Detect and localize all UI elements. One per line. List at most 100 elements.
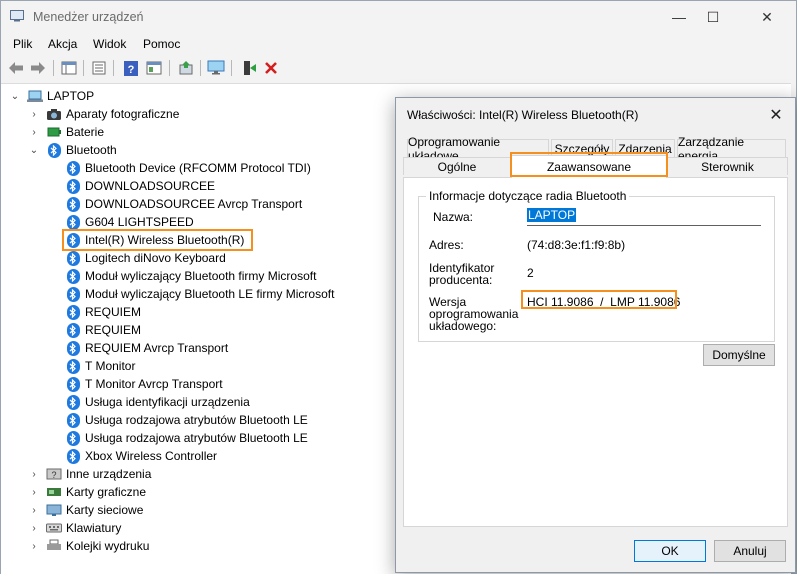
tree-device-item[interactable]: Bluetooth Device (RFCOMM Protocol TDI) bbox=[47, 159, 311, 177]
tree-item-label: Inne urządzenia bbox=[66, 467, 152, 481]
tree-item-label: Logitech diNovo Keyboard bbox=[85, 251, 226, 265]
ok-button[interactable]: OK bbox=[634, 540, 706, 562]
enable-device-icon[interactable] bbox=[239, 58, 259, 78]
expand-chevron-icon[interactable]: › bbox=[28, 522, 40, 534]
properties-icon[interactable] bbox=[144, 58, 164, 78]
expand-chevron-icon[interactable]: › bbox=[28, 504, 40, 516]
collapse-chevron-icon[interactable]: ⌄ bbox=[28, 144, 40, 156]
address-label: Adres: bbox=[429, 238, 464, 252]
update-driver-icon[interactable] bbox=[176, 58, 196, 78]
forward-arrow-icon[interactable] bbox=[28, 58, 48, 78]
tree-root-laptop[interactable]: ⌄ LAPTOP bbox=[9, 87, 94, 105]
tree-category[interactable]: ›? Inne urządzenia bbox=[28, 465, 151, 483]
tree-device-item[interactable]: REQUIEM bbox=[47, 303, 141, 321]
tree-category[interactable]: › Karty sieciowe bbox=[28, 501, 143, 519]
name-input[interactable]: LAPTOP bbox=[527, 208, 761, 226]
defaults-button[interactable]: Domyślne bbox=[703, 344, 775, 366]
camera-icon bbox=[46, 106, 62, 122]
keyboard-icon bbox=[46, 520, 62, 536]
tree-device-item[interactable]: Usługa rodzajowa atrybutów Bluetooth LE bbox=[47, 429, 308, 447]
list-view-icon[interactable] bbox=[89, 58, 109, 78]
monitor-icon[interactable] bbox=[206, 58, 226, 78]
tree-category[interactable]: › Aparaty fotograficzne bbox=[28, 105, 179, 123]
tree-device-item[interactable]: DOWNLOADSOURCEE Avrcp Transport bbox=[47, 195, 302, 213]
expand-chevron-icon[interactable]: › bbox=[28, 468, 40, 480]
tree-device-item[interactable]: T Monitor bbox=[47, 357, 135, 375]
group-label: Informacje dotyczące radia Bluetooth bbox=[426, 189, 630, 203]
menu-pomoc[interactable]: Pomoc bbox=[143, 37, 180, 51]
bluetooth-icon bbox=[65, 286, 81, 302]
tree-device-item[interactable]: REQUIEM bbox=[47, 321, 141, 339]
tree-category-bluetooth[interactable]: ⌄ Bluetooth bbox=[28, 141, 117, 159]
back-arrow-icon[interactable] bbox=[6, 58, 26, 78]
tree-device-item[interactable]: DOWNLOADSOURCEE bbox=[47, 177, 215, 195]
expand-chevron-icon[interactable]: › bbox=[28, 540, 40, 552]
tab-driver[interactable]: Sterownik bbox=[667, 157, 788, 175]
bluetooth-icon bbox=[65, 250, 81, 266]
tree-device-item[interactable]: REQUIEM Avrcp Transport bbox=[47, 339, 228, 357]
tree-category[interactable]: › Kolejki wydruku bbox=[28, 537, 149, 555]
tree-item-label: Kolejki wydruku bbox=[66, 539, 150, 553]
device-highlight-box bbox=[62, 229, 253, 251]
tree-item-label: LAPTOP bbox=[47, 89, 95, 103]
bluetooth-icon bbox=[65, 340, 81, 356]
expand-chevron-icon[interactable]: › bbox=[28, 486, 40, 498]
battery-icon bbox=[46, 124, 62, 140]
manufacturer-label-line2: producenta: bbox=[429, 273, 493, 287]
bluetooth-icon bbox=[65, 304, 81, 320]
tree-item-label: Karty sieciowe bbox=[66, 503, 144, 517]
bluetooth-icon bbox=[46, 142, 62, 158]
expand-chevron-icon[interactable]: › bbox=[28, 126, 40, 138]
tree-device-item[interactable]: Xbox Wireless Controller bbox=[47, 447, 217, 465]
collapse-chevron-icon[interactable]: ⌄ bbox=[9, 90, 21, 102]
tree-item-label: Klawiatury bbox=[66, 521, 122, 535]
maximize-button[interactable]: ☐ bbox=[690, 1, 736, 33]
display-adapter-icon bbox=[46, 484, 62, 500]
tree-device-item[interactable]: Moduł wyliczający Bluetooth LE firmy Mic… bbox=[47, 285, 334, 303]
tree-category[interactable]: › Klawiatury bbox=[28, 519, 121, 537]
tab-general[interactable]: Ogólne bbox=[403, 157, 511, 175]
uninstall-x-icon[interactable] bbox=[261, 58, 281, 78]
tree-device-item[interactable]: Logitech diNovo Keyboard bbox=[47, 249, 226, 267]
tree-item-label: Aparaty fotograficzne bbox=[66, 107, 180, 121]
tree-device-item[interactable]: Moduł wyliczający Bluetooth firmy Micros… bbox=[47, 267, 316, 285]
menu-bar: Plik Akcja Widok Pomoc bbox=[1, 34, 796, 54]
tree-item-label: Usługa identyfikacji urządzenia bbox=[85, 395, 250, 409]
tree-device-item[interactable]: Usługa rodzajowa atrybutów Bluetooth LE bbox=[47, 411, 308, 429]
tree-item-label: Moduł wyliczający Bluetooth firmy Micros… bbox=[85, 269, 317, 283]
cancel-button[interactable]: Anuluj bbox=[714, 540, 786, 562]
menu-widok[interactable]: Widok bbox=[93, 37, 126, 51]
other-devices-icon: ? bbox=[46, 466, 62, 482]
tree-item-label: T Monitor Avrcp Transport bbox=[85, 377, 223, 391]
firmware-highlight-box bbox=[521, 290, 677, 309]
properties-grid-icon[interactable] bbox=[59, 58, 79, 78]
tree-device-item[interactable]: Usługa identyfikacji urządzenia bbox=[47, 393, 250, 411]
tree-item-label: Baterie bbox=[66, 125, 105, 139]
menu-plik[interactable]: Plik bbox=[13, 37, 32, 51]
bluetooth-icon bbox=[65, 394, 81, 410]
network-adapter-icon bbox=[46, 502, 62, 518]
tree-item-label: REQUIEM Avrcp Transport bbox=[85, 341, 229, 355]
toolbar-separator bbox=[53, 60, 54, 76]
tree-device-item[interactable]: T Monitor Avrcp Transport bbox=[47, 375, 223, 393]
bluetooth-radio-info-group: Informacje dotyczące radia Bluetooth Naz… bbox=[418, 189, 775, 342]
tree-item-label: Bluetooth bbox=[66, 143, 117, 157]
name-value: LAPTOP bbox=[527, 208, 577, 222]
tree-category[interactable]: › Karty graficzne bbox=[28, 483, 146, 501]
tree-category[interactable]: › Baterie bbox=[28, 123, 104, 141]
help-icon[interactable]: ? bbox=[121, 58, 141, 78]
tab-power-management[interactable]: Zarządzanie energią bbox=[677, 135, 786, 163]
tree-item-label: Moduł wyliczający Bluetooth LE firmy Mic… bbox=[85, 287, 335, 301]
menu-akcja[interactable]: Akcja bbox=[48, 37, 77, 51]
expand-chevron-icon[interactable]: › bbox=[28, 108, 40, 120]
dialog-close-icon[interactable]: ✕ bbox=[765, 104, 787, 126]
close-button[interactable]: ✕ bbox=[744, 1, 790, 33]
